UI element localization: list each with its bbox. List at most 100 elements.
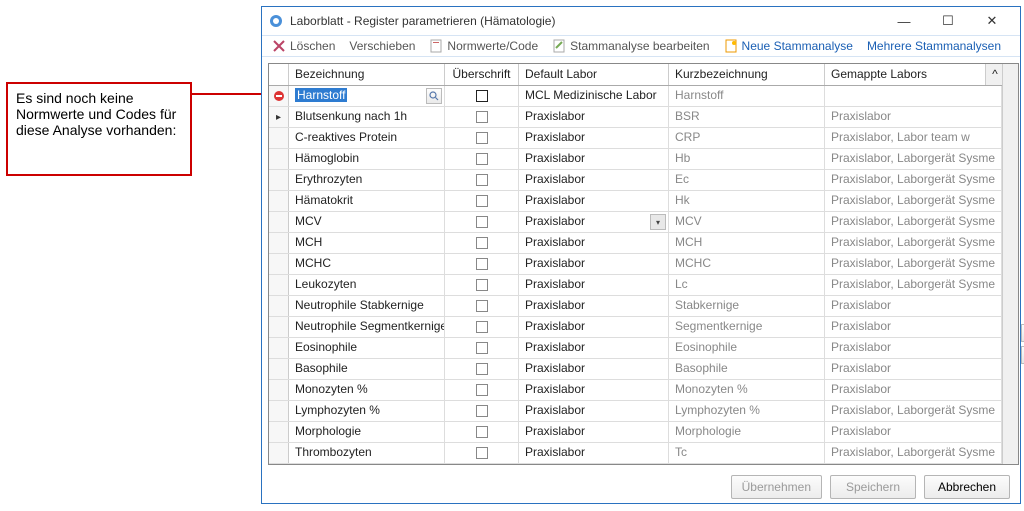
cell-bezeichnung[interactable]: Harnstoff — [289, 86, 445, 106]
checkbox[interactable] — [476, 237, 488, 249]
dropdown-button[interactable]: ▾ — [650, 214, 666, 230]
cell-default-labor[interactable]: Praxislabor — [519, 107, 669, 127]
toolbar-stamm-bearbeiten[interactable]: Stammanalyse bearbeiten — [552, 39, 709, 53]
cell-ueberschrift[interactable] — [445, 128, 519, 148]
speichern-button[interactable]: Speichern — [830, 475, 916, 499]
cell-bezeichnung[interactable]: MCHC — [289, 254, 445, 274]
cell-ueberschrift[interactable] — [445, 191, 519, 211]
cell-default-labor[interactable]: Praxislabor — [519, 233, 669, 253]
checkbox[interactable] — [476, 216, 488, 228]
lookup-button[interactable] — [426, 88, 442, 104]
checkbox[interactable] — [476, 258, 488, 270]
toolbar-verschieben[interactable]: Verschieben — [349, 39, 415, 53]
toolbar-loeschen[interactable]: Löschen — [272, 39, 335, 53]
toolbar-mehrere-stamm[interactable]: Mehrere Stammanalysen — [867, 39, 1001, 53]
table-row[interactable]: MorphologiePraxislaborMorphologiePraxisl… — [269, 422, 1002, 443]
row-indicator[interactable] — [269, 254, 289, 274]
maximize-button[interactable]: ☐ — [926, 7, 970, 35]
toolbar-normwerte[interactable]: Normwerte/Code — [429, 39, 538, 53]
row-indicator[interactable] — [269, 359, 289, 379]
header-scroll-corner[interactable]: ^ — [986, 64, 1002, 85]
titlebar[interactable]: Laborblatt - Register parametrieren (Häm… — [262, 7, 1020, 35]
cell-ueberschrift[interactable] — [445, 380, 519, 400]
cell-ueberschrift[interactable] — [445, 86, 519, 106]
minimize-button[interactable]: — — [882, 7, 926, 35]
cell-ueberschrift[interactable] — [445, 149, 519, 169]
cell-bezeichnung[interactable]: C-reaktives Protein — [289, 128, 445, 148]
cell-default-labor[interactable]: MCL Medizinische Labor — [519, 86, 669, 106]
header-gemappte-labors[interactable]: Gemappte Labors — [825, 64, 986, 85]
table-row[interactable]: EosinophilePraxislaborEosinophilePraxisl… — [269, 338, 1002, 359]
row-indicator[interactable] — [269, 212, 289, 232]
cell-default-labor[interactable]: Praxislabor — [519, 254, 669, 274]
cell-ueberschrift[interactable] — [445, 107, 519, 127]
row-indicator[interactable] — [269, 422, 289, 442]
checkbox[interactable] — [476, 153, 488, 165]
checkbox[interactable] — [476, 321, 488, 333]
row-indicator[interactable] — [269, 233, 289, 253]
cell-bezeichnung[interactable]: Monozyten % — [289, 380, 445, 400]
checkbox[interactable] — [476, 300, 488, 312]
table-row[interactable]: Lymphozyten %PraxislaborLymphozyten %Pra… — [269, 401, 1002, 422]
cell-bezeichnung[interactable]: Eosinophile — [289, 338, 445, 358]
cell-bezeichnung[interactable]: MCV — [289, 212, 445, 232]
checkbox[interactable] — [476, 342, 488, 354]
cell-bezeichnung[interactable]: Blutsenkung nach 1h — [289, 107, 445, 127]
cell-bezeichnung[interactable]: Lymphozyten % — [289, 401, 445, 421]
cell-default-labor[interactable]: Praxislabor — [519, 359, 669, 379]
cell-default-labor[interactable]: Praxislabor — [519, 275, 669, 295]
cell-default-labor[interactable]: Praxislabor — [519, 317, 669, 337]
cell-ueberschrift[interactable] — [445, 233, 519, 253]
abbrechen-button[interactable]: Abbrechen — [924, 475, 1010, 499]
row-indicator[interactable] — [269, 275, 289, 295]
cell-ueberschrift[interactable] — [445, 422, 519, 442]
row-indicator[interactable] — [269, 317, 289, 337]
checkbox[interactable] — [476, 279, 488, 291]
cell-default-labor[interactable]: Praxislabor — [519, 170, 669, 190]
cell-default-labor[interactable]: Praxislabor — [519, 401, 669, 421]
cell-bezeichnung[interactable]: Neutrophile Segmentkernige — [289, 317, 445, 337]
table-row[interactable]: MCVPraxislabor▾MCVPraxislabor, Laborgerä… — [269, 212, 1002, 233]
row-indicator[interactable] — [269, 296, 289, 316]
row-indicator[interactable] — [269, 86, 289, 106]
row-indicator[interactable] — [269, 191, 289, 211]
table-row[interactable]: LeukozytenPraxislaborLcPraxislabor, Labo… — [269, 275, 1002, 296]
table-row[interactable]: BasophilePraxislaborBasophilePraxislabor — [269, 359, 1002, 380]
cell-ueberschrift[interactable] — [445, 443, 519, 463]
cell-default-labor[interactable]: Praxislabor — [519, 191, 669, 211]
grid[interactable]: Bezeichnung Überschrift Default Labor Ku… — [268, 63, 1019, 465]
cell-default-labor[interactable]: Praxislabor — [519, 443, 669, 463]
checkbox[interactable] — [476, 447, 488, 459]
row-indicator[interactable] — [269, 338, 289, 358]
cell-bezeichnung[interactable]: Basophile — [289, 359, 445, 379]
cell-ueberschrift[interactable] — [445, 359, 519, 379]
cell-ueberschrift[interactable] — [445, 401, 519, 421]
row-indicator[interactable] — [269, 380, 289, 400]
cell-default-labor[interactable]: Praxislabor — [519, 296, 669, 316]
checkbox[interactable] — [476, 111, 488, 123]
cell-default-labor[interactable]: Praxislabor — [519, 128, 669, 148]
cell-ueberschrift[interactable] — [445, 317, 519, 337]
table-row[interactable]: HarnstoffMCL Medizinische LaborHarnstoff — [269, 86, 1002, 107]
checkbox[interactable] — [476, 195, 488, 207]
cell-ueberschrift[interactable] — [445, 212, 519, 232]
cell-ueberschrift[interactable] — [445, 296, 519, 316]
cell-default-labor[interactable]: Praxislabor — [519, 422, 669, 442]
row-indicator[interactable] — [269, 443, 289, 463]
cell-ueberschrift[interactable] — [445, 254, 519, 274]
table-row[interactable]: Monozyten %PraxislaborMonozyten %Praxisl… — [269, 380, 1002, 401]
toolbar-neue-stamm[interactable]: Neue Stammanalyse — [724, 39, 853, 53]
cell-default-labor[interactable]: Praxislabor — [519, 149, 669, 169]
checkbox[interactable] — [476, 426, 488, 438]
header-default-labor[interactable]: Default Labor — [519, 64, 669, 85]
table-row[interactable]: Neutrophile StabkernigePraxislaborStabke… — [269, 296, 1002, 317]
table-row[interactable]: MCHPraxislaborMCHPraxislabor, Laborgerät… — [269, 233, 1002, 254]
header-selector[interactable] — [269, 64, 289, 85]
header-kurzbezeichnung[interactable]: Kurzbezeichnung — [669, 64, 825, 85]
cell-bezeichnung[interactable]: Hämatokrit — [289, 191, 445, 211]
row-indicator[interactable] — [269, 128, 289, 148]
header-bezeichnung[interactable]: Bezeichnung — [289, 64, 445, 85]
table-row[interactable]: C-reaktives ProteinPraxislaborCRPPraxisl… — [269, 128, 1002, 149]
cell-bezeichnung[interactable]: Thrombozyten — [289, 443, 445, 463]
checkbox[interactable] — [476, 174, 488, 186]
